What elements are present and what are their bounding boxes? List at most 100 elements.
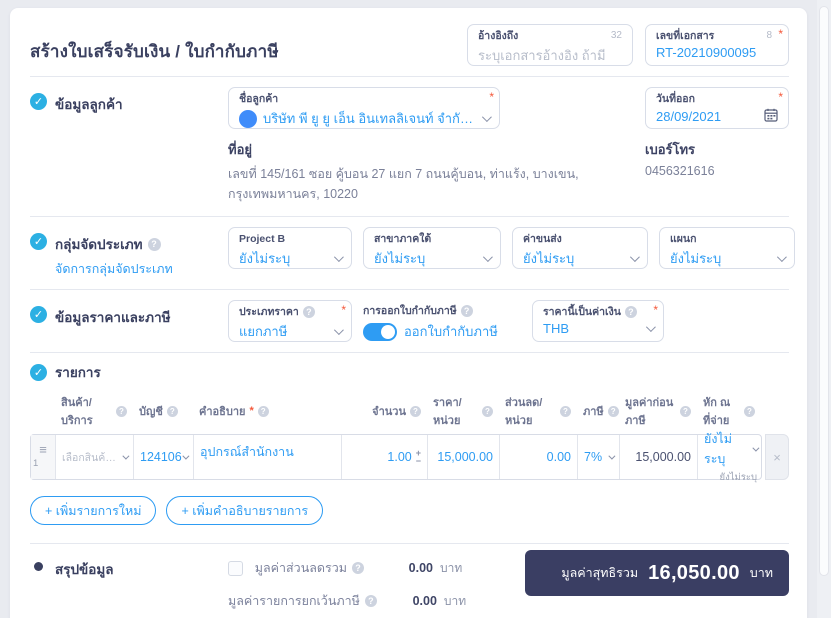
customer-name-value: บริษัท พี ยู ยู เอ็น อินเทลลิเจนท์ จำกัด… (263, 111, 473, 126)
currency-select[interactable]: * ราคานี้เป็นค่าเงิน ? THB (532, 300, 664, 342)
required-asterisk: * (249, 405, 254, 417)
price-type-select[interactable]: * ประเภทราคา ? แยกภาษี (228, 300, 352, 342)
help-icon[interactable]: ? (364, 595, 377, 607)
select-label: สาขาภาคใต้ (374, 233, 432, 245)
price-type-label: ประเภทราคา (239, 306, 299, 318)
tax-invoice-toggle[interactable] (363, 322, 397, 341)
classification-select-shipping[interactable]: ค่าขนส่ง ยังไม่ระบุ (512, 227, 648, 269)
withholding-value: ยังไม่ระบุ (704, 432, 732, 466)
description-input[interactable]: อุปกรณ์สำนักงาน (194, 435, 342, 479)
quantity-stepper[interactable]: 1.00 + − (342, 435, 428, 479)
section-check-icon: ✓ (30, 306, 47, 323)
chevron-down-icon (482, 252, 493, 263)
chevron-down-icon (481, 112, 492, 123)
unit-price-input[interactable]: 15,000.00 (428, 435, 500, 479)
currency-label: ราคานี้เป็นค่าเงิน (543, 306, 621, 318)
drag-handle[interactable]: ≡ 1 (31, 435, 56, 479)
tax-invoice-label: การออกใบกำกับภาษี (363, 305, 457, 317)
discount-checkbox[interactable] (228, 560, 243, 576)
summary-row-tax-exempt: มูลค่ารายการยกเว้นภาษี? 0.00 บาท (228, 591, 468, 611)
help-icon[interactable]: ? (482, 405, 493, 417)
stepper-minus-icon[interactable]: − (416, 457, 421, 466)
pre-tax-amount: 15,000.00 (620, 435, 698, 479)
help-icon[interactable]: ? (257, 405, 269, 417)
select-value: ยังไม่ระบุ (239, 251, 291, 266)
doc-number-input[interactable]: RT-20210900095 (656, 45, 778, 60)
reference-input[interactable]: ระบุเอกสารอ้างอิง ถ้ามี (478, 45, 622, 66)
item-row: ≡ 1 เลือกสินค้า/บริการ 124106 อุปกรณ์สำน… (30, 432, 762, 483)
withholding-sub-value: ยังไม่ระบุ (719, 472, 757, 483)
classification-section-header: ✓ กลุ่มจัดประเภท ? จัดการกลุ่มจัดประเภท (30, 227, 228, 279)
classification-section-label: กลุ่มจัดประเภท (55, 237, 143, 252)
form-header: สร้างใบเสร็จรับเงิน / ใบกำกับภาษี อ้างอิ… (30, 8, 789, 76)
chevron-down-icon (776, 252, 787, 263)
discount-input[interactable]: 0.00 (500, 435, 578, 479)
issue-date-label: วันที่ออก (656, 93, 695, 105)
document-form-card: สร้างใบเสร็จรับเงิน / ใบกำกับภาษี อ้างอิ… (10, 8, 807, 618)
help-icon[interactable]: ? (560, 405, 571, 417)
classification-select-project[interactable]: Project B ยังไม่ระบุ (228, 227, 352, 269)
toggle-knob (381, 324, 395, 339)
items-table-header: สินค้า/บริการ? บัญชี? คำอธิบาย *? จำนวน? … (30, 393, 789, 434)
help-icon[interactable]: ? (302, 306, 315, 318)
customer-name-label: ชื่อลูกค้า (239, 93, 279, 105)
doc-number-char-counter: 8 (766, 30, 772, 41)
help-icon[interactable]: ? (166, 405, 178, 417)
close-icon: × (773, 449, 781, 465)
reference-char-counter: 32 (610, 30, 622, 41)
issue-date-value: 28/09/2021 (656, 109, 722, 124)
tax-select[interactable]: 7% (578, 435, 620, 479)
account-select[interactable]: 124106 (134, 435, 194, 479)
help-icon[interactable]: ? (624, 306, 637, 318)
required-asterisk: * (778, 90, 783, 104)
customer-section-label: ข้อมูลลูกค้า (55, 97, 123, 112)
withholding-select[interactable]: ยังไม่ระบุ ยังไม่ระบุ (698, 432, 761, 483)
doc-number-field[interactable]: * เลขที่เอกสาร 8 RT-20210900095 (645, 24, 789, 66)
required-asterisk: * (778, 27, 783, 41)
col-pre-tax: มูลค่าก่อนภาษี (625, 397, 674, 427)
col-withholding: หัก ณ ที่จ่าย (703, 397, 731, 427)
classification-select-department[interactable]: แผนก ยังไม่ระบุ (659, 227, 795, 269)
add-item-button[interactable]: + เพิ่มรายการใหม่ (30, 496, 157, 525)
manage-classification-link[interactable]: จัดการกลุ่มจัดประเภท (55, 259, 173, 279)
col-product: สินค้า/บริการ (61, 397, 93, 427)
product-select[interactable]: เลือกสินค้า/บริการ (56, 435, 134, 479)
help-icon[interactable]: ? (410, 405, 421, 417)
calendar-icon[interactable] (764, 108, 778, 125)
summary-unit: บาท (443, 593, 467, 608)
issue-date-field[interactable]: * วันที่ออก 28/09/2021 (645, 87, 789, 129)
help-icon[interactable]: ? (607, 405, 619, 417)
grand-total-label: มูลค่าสุทธิรวม (561, 566, 639, 580)
chevron-down-icon (122, 452, 130, 460)
select-value: ยังไม่ระบุ (374, 251, 426, 266)
pre-tax-value: 15,000.00 (635, 450, 691, 464)
scrollbar-track[interactable] (817, 0, 831, 618)
unit-price-value: 15,000.00 (437, 450, 493, 464)
chevron-down-icon (608, 452, 616, 460)
chevron-down-icon (333, 252, 344, 263)
account-value: 124106 (140, 450, 182, 464)
summary-value: 0.00 (408, 561, 433, 575)
help-icon[interactable]: ? (147, 237, 161, 251)
required-asterisk: * (341, 303, 346, 317)
chevron-down-icon (333, 325, 344, 336)
classification-select-branch[interactable]: สาขาภาคใต้ ยังไม่ระบุ (363, 227, 501, 269)
summary-label: มูลค่าส่วนลดรวม (254, 561, 347, 575)
description-value: อุปกรณ์สำนักงาน (200, 445, 294, 459)
chevron-down-icon (182, 452, 190, 460)
help-icon[interactable]: ? (460, 305, 473, 317)
scrollbar-thumb[interactable] (819, 6, 829, 576)
col-discount: ส่วนลด/หน่วย (505, 397, 543, 427)
section-check-icon: ✓ (30, 233, 47, 250)
customer-name-select[interactable]: * ชื่อลูกค้า บริษัท พี ยู ยู เอ็น อินเทล… (228, 87, 500, 129)
chevron-down-icon (752, 444, 760, 452)
summary-label: มูลค่ารายการยกเว้นภาษี (228, 594, 360, 608)
help-icon[interactable]: ? (352, 562, 364, 574)
delete-row-button[interactable]: × (765, 434, 789, 480)
help-icon[interactable]: ? (680, 405, 691, 417)
add-description-button[interactable]: + เพิ่มคำอธิบายรายการ (166, 496, 324, 525)
help-icon[interactable]: ? (116, 405, 127, 417)
tax-invoice-toggle-label: ออกใบกำกับภาษี (404, 324, 498, 339)
reference-field[interactable]: อ้างอิงถึง 32 ระบุเอกสารอ้างอิง ถ้ามี (467, 24, 633, 66)
help-icon[interactable]: ? (744, 405, 755, 417)
